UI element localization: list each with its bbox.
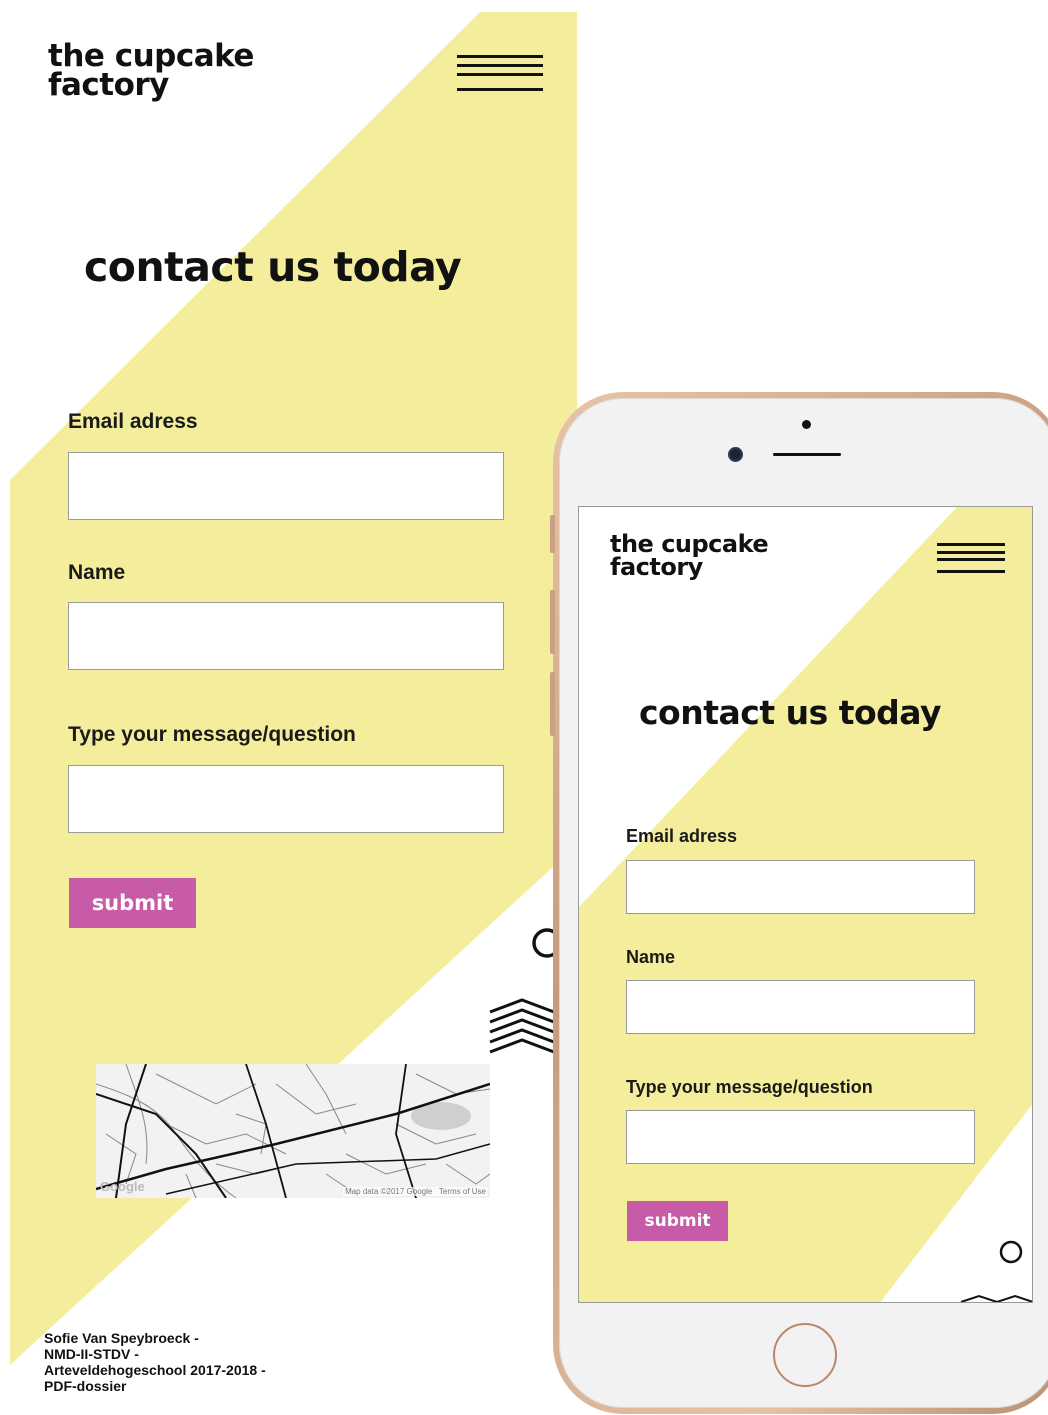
phone-side-button	[550, 515, 555, 553]
credits: Sofie Van Speybroeck - NMD-II-STDV - Art…	[44, 1330, 266, 1394]
message-label: Type your message/question	[626, 1077, 873, 1097]
hamburger-menu-icon[interactable]	[937, 543, 1005, 573]
phone-logo[interactable]: the cupcake factory	[610, 532, 769, 581]
phone-sensor	[802, 420, 811, 429]
home-button[interactable]	[773, 1323, 837, 1387]
phone-side-button	[550, 672, 555, 736]
zigzag-shape	[960, 1294, 1032, 1302]
name-field[interactable]	[68, 602, 504, 670]
email-label: Email adress	[626, 826, 738, 846]
map-embed[interactable]: Google Map data ©2017 Google Terms of Us…	[96, 1064, 490, 1198]
hamburger-menu-icon[interactable]	[457, 55, 543, 93]
message-label: Type your message/question	[68, 723, 356, 746]
phone-camera	[728, 447, 743, 462]
name-label: Name	[626, 947, 676, 967]
phone-speaker	[773, 453, 841, 456]
email-field[interactable]	[626, 860, 975, 914]
submit-button[interactable]: submit	[69, 878, 196, 928]
submit-button[interactable]: submit	[627, 1201, 728, 1241]
email-field[interactable]	[68, 452, 504, 520]
logo-line-2: factory	[610, 552, 703, 581]
name-field[interactable]	[626, 980, 975, 1034]
yellow-diagonal-background	[10, 12, 577, 1365]
phone-screen: the cupcake factory contact us today Ema…	[578, 506, 1033, 1303]
message-field[interactable]	[68, 765, 504, 833]
credits-line: Arteveldehogeschool 2017-2018 -	[44, 1362, 266, 1378]
map-google-logo: Google	[100, 1179, 145, 1194]
page-title: contact us today	[639, 693, 942, 732]
zigzag-shape	[489, 998, 555, 1054]
desktop-logo[interactable]: the cupcake factory	[48, 40, 254, 104]
message-field[interactable]	[626, 1110, 975, 1164]
desktop-mockup: the cupcake factory contact us today Ema…	[0, 0, 580, 1415]
circle-shape	[999, 1240, 1023, 1264]
credits-line: Sofie Van Speybroeck -	[44, 1330, 199, 1346]
map-roads	[96, 1064, 490, 1198]
phone-side-button	[550, 590, 555, 654]
credits-line: PDF-dossier	[44, 1378, 127, 1394]
name-label: Name	[68, 561, 126, 584]
map-attribution[interactable]: Map data ©2017 Google Terms of Use	[343, 1187, 488, 1196]
credits-line: NMD-II-STDV -	[44, 1346, 139, 1362]
logo-line-2: factory	[48, 67, 169, 104]
email-label: Email adress	[68, 410, 198, 433]
page-title: contact us today	[84, 243, 462, 291]
